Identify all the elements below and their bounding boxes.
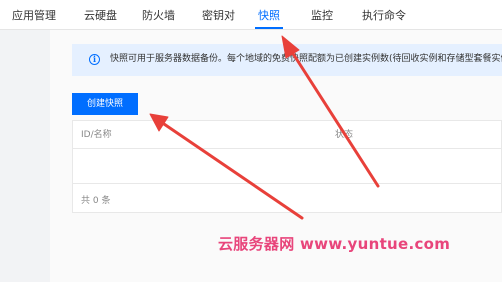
tab-snapshot[interactable]: 快照 bbox=[258, 9, 280, 23]
create-snapshot-button[interactable]: 创建快照 bbox=[72, 93, 138, 115]
watermark: 云服务器网 www.yuntue.com bbox=[218, 235, 451, 253]
tab-firewall[interactable]: 防火墙 bbox=[142, 9, 175, 23]
notice-text: 快照可用于服务器数据备份。每个地域的免费快照配额为已创建实例数(待回收实例和存储… bbox=[110, 54, 502, 64]
snapshot-table: ID/名称 状态 共 0 条 bbox=[72, 120, 502, 213]
snapshot-notice: i 快照可用于服务器数据备份。每个地域的免费快照配额为已创建实例数(待回收实例和… bbox=[72, 44, 502, 76]
tab-run-command[interactable]: 执行命令 bbox=[362, 9, 406, 23]
tab-cloud-disk[interactable]: 云硬盘 bbox=[84, 9, 117, 23]
active-tab-indicator bbox=[255, 27, 283, 29]
tab-bar: 应用管理 云硬盘 防火墙 密钥对 快照 监控 执行命令 bbox=[0, 0, 502, 30]
tab-monitoring[interactable]: 监控 bbox=[311, 9, 333, 23]
column-header-status: 状态 bbox=[335, 130, 354, 140]
info-icon: i bbox=[89, 54, 100, 65]
header-divider bbox=[73, 148, 501, 149]
column-header-id-name: ID/名称 bbox=[81, 130, 112, 140]
body-divider bbox=[73, 183, 501, 184]
tab-app-management[interactable]: 应用管理 bbox=[12, 9, 56, 23]
table-total-count: 共 0 条 bbox=[81, 196, 111, 206]
tab-key-pair[interactable]: 密钥对 bbox=[202, 9, 235, 23]
